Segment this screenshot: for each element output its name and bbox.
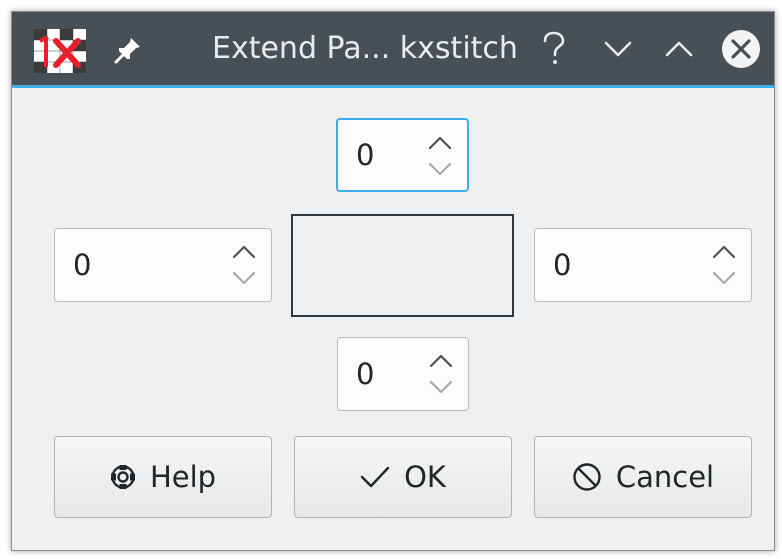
kxstitch-app-icon[interactable] (34, 29, 86, 73)
close-button[interactable] (720, 28, 762, 70)
lifebuoy-icon (110, 464, 136, 490)
cancel-button[interactable]: Cancel (534, 436, 752, 518)
ok-button-label: OK (404, 460, 446, 494)
maximize-button[interactable] (658, 28, 700, 70)
help-dialog-button[interactable]: Help (54, 436, 272, 518)
spin-arrows-icon[interactable] (428, 348, 454, 400)
minimize-button[interactable] (597, 28, 639, 70)
bottom-spinbox-value[interactable]: 0 (356, 338, 374, 410)
dialog-content: 0 0 0 0 Help OK Cancel (12, 88, 774, 550)
help-icon (543, 31, 565, 64)
top-spinbox-value[interactable]: 0 (356, 120, 374, 190)
spin-arrows-icon[interactable] (231, 239, 257, 291)
left-spinbox[interactable]: 0 (54, 228, 272, 302)
right-spinbox-value[interactable]: 0 (553, 229, 571, 301)
cancel-button-label: Cancel (615, 460, 715, 494)
ok-button[interactable]: OK (294, 436, 512, 518)
cancel-icon (572, 462, 602, 492)
help-button-label: Help (149, 460, 217, 494)
title-bar[interactable]: Extend Pa... kxstitch (12, 12, 774, 88)
top-spinbox[interactable]: 0 (336, 118, 469, 192)
spin-arrows-icon[interactable] (427, 130, 453, 182)
window-title: Extend Pa... kxstitch (212, 31, 518, 66)
left-spinbox-value[interactable]: 0 (73, 229, 91, 301)
spin-arrows-icon[interactable] (711, 239, 737, 291)
help-button[interactable] (533, 28, 575, 70)
pin-icon[interactable] (112, 34, 144, 66)
checkmark-icon (360, 465, 390, 489)
pattern-preview (291, 214, 514, 317)
maximize-icon (665, 41, 693, 57)
close-icon (722, 30, 760, 68)
bottom-spinbox[interactable]: 0 (337, 337, 469, 411)
extend-pattern-dialog: Extend Pa... kxstitch 0 0 0 0 Help OK Ca… (11, 11, 775, 551)
right-spinbox[interactable]: 0 (534, 228, 752, 302)
minimize-icon (604, 41, 632, 57)
